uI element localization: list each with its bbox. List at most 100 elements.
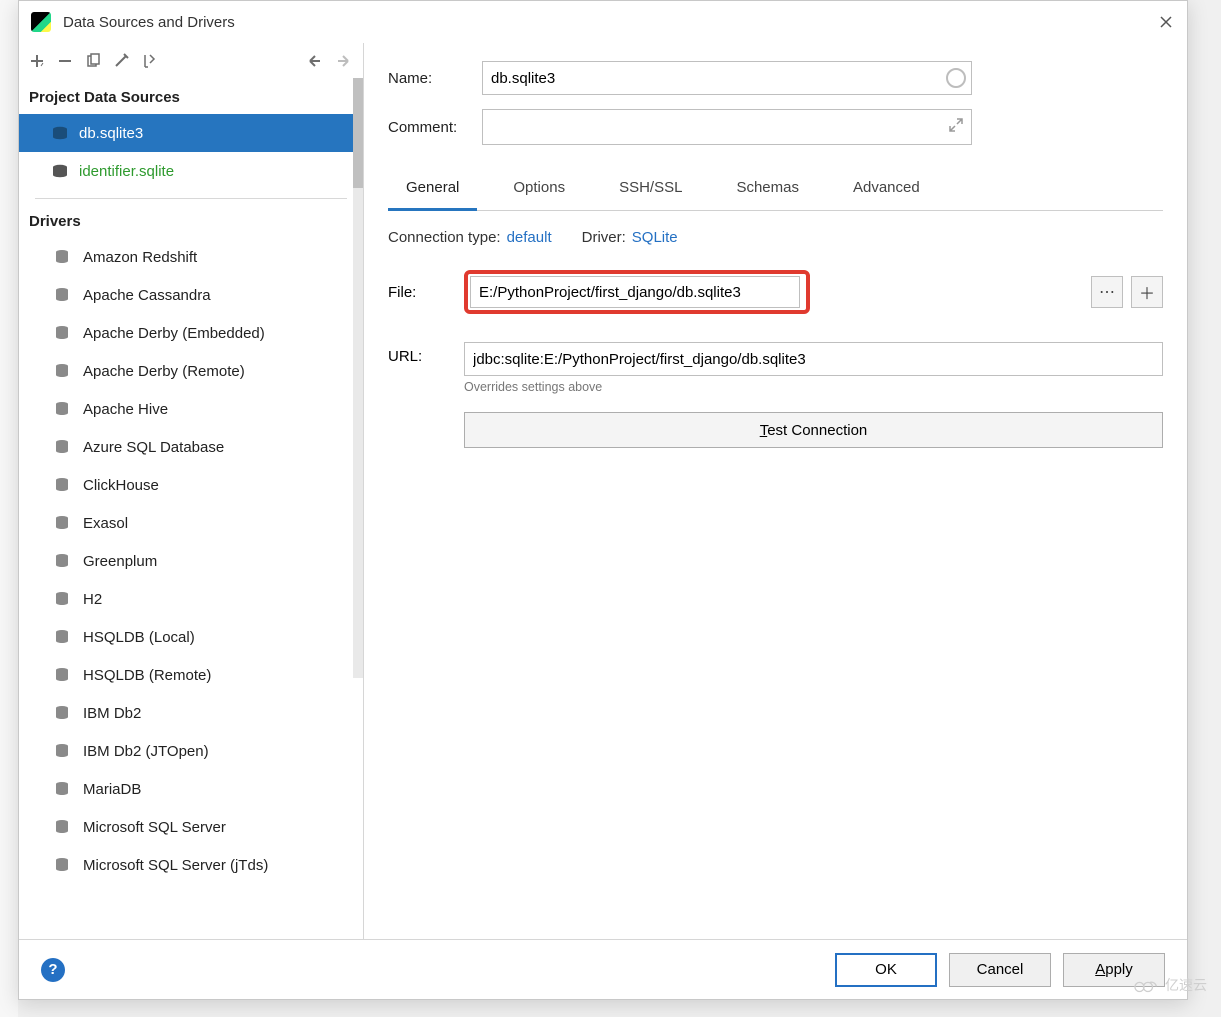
pycharm-icon xyxy=(31,12,51,32)
driver-label: Apache Derby (Embedded) xyxy=(83,325,265,342)
driver-icon xyxy=(51,248,73,266)
driver-label: H2 xyxy=(83,591,102,608)
driver-item[interactable]: Microsoft SQL Server xyxy=(19,808,363,846)
browse-file-button[interactable]: ⋯ xyxy=(1091,276,1123,308)
tab-bar: General Options SSH/SSL Schemas Advanced xyxy=(388,169,1163,211)
url-input[interactable] xyxy=(464,342,1163,376)
section-divider xyxy=(35,198,347,199)
window-title: Data Sources and Drivers xyxy=(63,14,1157,31)
redo-button[interactable] xyxy=(329,47,357,75)
tab-options[interactable]: Options xyxy=(495,169,583,210)
background-gutter xyxy=(0,0,18,1017)
driver-item[interactable]: Apache Derby (Embedded) xyxy=(19,314,363,352)
settings-button[interactable] xyxy=(107,47,135,75)
data-sources-dialog: Data Sources and Drivers Project Data So… xyxy=(18,0,1188,1000)
driver-item[interactable]: Apache Cassandra xyxy=(19,276,363,314)
duplicate-button[interactable] xyxy=(79,47,107,75)
apply-button[interactable]: Apply xyxy=(1063,953,1165,987)
help-button[interactable]: ? xyxy=(41,958,65,982)
name-input[interactable] xyxy=(482,61,972,95)
driver-label: Microsoft SQL Server xyxy=(83,819,226,836)
driver-icon xyxy=(51,704,73,722)
driver-label: Microsoft SQL Server (jTds) xyxy=(83,857,268,874)
driver-label: Azure SQL Database xyxy=(83,439,224,456)
database-icon xyxy=(51,164,69,178)
driver-item[interactable]: Apache Derby (Remote) xyxy=(19,352,363,390)
driver-icon xyxy=(51,742,73,760)
driver-label: IBM Db2 xyxy=(83,705,141,722)
tab-ssh-ssl[interactable]: SSH/SSL xyxy=(601,169,700,210)
driver-label: Apache Hive xyxy=(83,401,168,418)
driver-label: HSQLDB (Local) xyxy=(83,629,195,646)
driver-item[interactable]: HSQLDB (Remote) xyxy=(19,656,363,694)
driver-item[interactable]: Microsoft SQL Server (jTds) xyxy=(19,846,363,884)
test-connection-button[interactable]: Test Connection xyxy=(464,412,1163,448)
undo-button[interactable] xyxy=(301,47,329,75)
tab-schemas[interactable]: Schemas xyxy=(718,169,817,210)
driver-label: HSQLDB (Remote) xyxy=(83,667,211,684)
reset-name-button[interactable] xyxy=(946,68,966,88)
remove-button[interactable] xyxy=(51,47,79,75)
url-label: URL: xyxy=(388,342,464,365)
driver-item[interactable]: Exasol xyxy=(19,504,363,542)
expand-comment-icon[interactable] xyxy=(949,118,963,137)
dialog-footer: ? OK Cancel Apply xyxy=(19,939,1187,999)
driver-label: ClickHouse xyxy=(83,477,159,494)
connection-type-label: Connection type: xyxy=(388,229,501,246)
titlebar: Data Sources and Drivers xyxy=(19,1,1187,43)
driver-icon xyxy=(51,514,73,532)
data-source-label: db.sqlite3 xyxy=(79,125,143,142)
driver-label: MariaDB xyxy=(83,781,141,798)
driver-link[interactable]: SQLite xyxy=(632,229,678,246)
driver-item[interactable]: ClickHouse xyxy=(19,466,363,504)
driver-label: Amazon Redshift xyxy=(83,249,197,266)
driver-item[interactable]: IBM Db2 xyxy=(19,694,363,732)
tab-advanced[interactable]: Advanced xyxy=(835,169,938,210)
driver-item[interactable]: IBM Db2 (JTOpen) xyxy=(19,732,363,770)
url-hint: Overrides settings above xyxy=(464,380,1163,394)
driver-item[interactable]: HSQLDB (Local) xyxy=(19,618,363,656)
driver-item[interactable]: MariaDB xyxy=(19,770,363,808)
driver-item[interactable]: Apache Hive xyxy=(19,390,363,428)
data-source-item[interactable]: identifier.sqlite xyxy=(19,152,363,190)
driver-icon xyxy=(51,476,73,494)
tab-general[interactable]: General xyxy=(388,169,477,211)
comment-label: Comment: xyxy=(388,119,482,136)
database-icon xyxy=(51,126,69,140)
add-button[interactable] xyxy=(23,47,51,75)
close-button[interactable] xyxy=(1157,13,1175,31)
driver-icon xyxy=(51,400,73,418)
driver-item[interactable]: H2 xyxy=(19,580,363,618)
name-label: Name: xyxy=(388,70,482,87)
driver-icon xyxy=(51,286,73,304)
left-toolbar xyxy=(19,43,363,79)
right-panel: Name: Comment: G xyxy=(364,43,1187,939)
make-global-button[interactable] xyxy=(135,47,163,75)
driver-icon xyxy=(51,666,73,684)
driver-label: Exasol xyxy=(83,515,128,532)
driver-label: IBM Db2 (JTOpen) xyxy=(83,743,209,760)
drivers-header: Drivers xyxy=(19,203,363,238)
left-scrollbar-thumb[interactable] xyxy=(353,78,363,188)
new-file-button[interactable]: ＋ xyxy=(1131,276,1163,308)
driver-icon xyxy=(51,362,73,380)
driver-item[interactable]: Greenplum xyxy=(19,542,363,580)
file-highlight-annotation xyxy=(464,270,810,314)
left-panel: Project Data Sources db.sqlite3 identifie… xyxy=(19,43,364,939)
driver-icon xyxy=(51,780,73,798)
file-label: File: xyxy=(388,284,464,301)
ok-button[interactable]: OK xyxy=(835,953,937,987)
comment-input[interactable] xyxy=(482,109,972,145)
driver-icon xyxy=(51,590,73,608)
driver-icon xyxy=(51,552,73,570)
driver-icon xyxy=(51,324,73,342)
file-input[interactable] xyxy=(470,276,800,308)
driver-item[interactable]: Amazon Redshift xyxy=(19,238,363,276)
driver-icon xyxy=(51,628,73,646)
data-source-item[interactable]: db.sqlite3 xyxy=(19,114,363,152)
connection-type-value[interactable]: default xyxy=(507,229,552,246)
cancel-button[interactable]: Cancel xyxy=(949,953,1051,987)
project-data-sources-header: Project Data Sources xyxy=(19,79,363,114)
driver-item[interactable]: Azure SQL Database xyxy=(19,428,363,466)
driver-label: Greenplum xyxy=(83,553,157,570)
